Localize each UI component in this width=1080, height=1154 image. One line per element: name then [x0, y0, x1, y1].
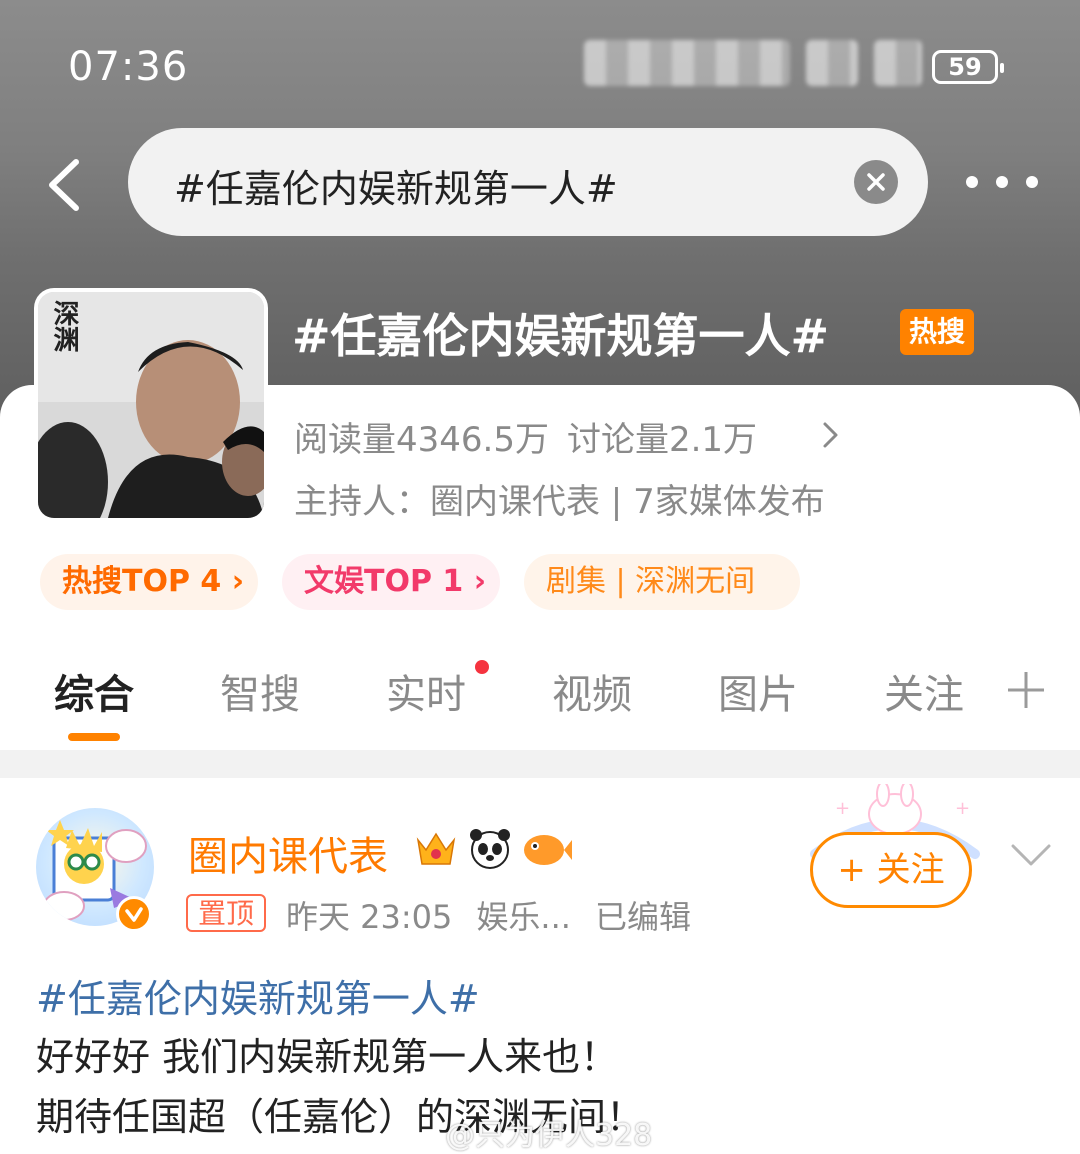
verified-badge-icon: [116, 896, 152, 932]
close-icon: [867, 173, 885, 191]
read-count: 阅读量4346.5万: [294, 420, 549, 460]
tab-realtime[interactable]: 实时: [386, 662, 466, 720]
chevron-down-icon[interactable]: [1010, 842, 1052, 868]
status-bar: 07:36 59: [0, 0, 1080, 110]
section-divider: [0, 750, 1080, 778]
tab-video[interactable]: 视频: [552, 662, 632, 720]
entertainment-rank-tag[interactable]: 文娱TOP 1 ›: [282, 554, 500, 610]
post-edited: 已编辑: [594, 898, 691, 936]
author-name[interactable]: 圈内课代表: [188, 824, 388, 882]
topic-host-info[interactable]: 主持人：圈内课代表 | 7家媒体发布: [294, 474, 825, 523]
post-text-line: 好好好 我们内娱新规第一人来也！: [36, 1035, 619, 1079]
more-dot-icon: [966, 176, 978, 188]
topic-cover-image[interactable]: 深渊: [34, 288, 268, 522]
tab-pictures[interactable]: 图片: [718, 662, 798, 720]
tab-bar: 综合 智搜 实时 视频 图片 关注: [0, 650, 1080, 750]
status-time: 07:36: [68, 44, 189, 90]
post-card: 圈内课代表 置顶 昨天 23:05 娱乐... 已编辑 + + + 关注 #任嘉…: [0, 778, 1080, 1154]
tab-following[interactable]: 关注: [884, 662, 964, 720]
tab-smart-search[interactable]: 智搜: [220, 662, 300, 720]
crown-badge-icon: [416, 832, 456, 865]
add-tab-icon[interactable]: [1006, 670, 1046, 710]
search-input[interactable]: #任嘉伦内娱新规第一人#: [174, 158, 618, 213]
more-dot-icon: [996, 176, 1008, 188]
post-time: 昨天 23:05: [286, 898, 453, 936]
more-dot-icon: [1026, 176, 1038, 188]
author-badges: [416, 829, 572, 869]
active-tab-indicator: [68, 733, 120, 741]
svg-text:+: +: [835, 798, 850, 819]
topic-stats[interactable]: 阅读量4346.5万 讨论量2.1万: [294, 412, 757, 461]
hot-search-rank-tag[interactable]: 热搜TOP 4 ›: [40, 554, 258, 610]
blurred-signal-icon: [874, 40, 922, 86]
post-meta: 昨天 23:05 娱乐... 已编辑: [286, 892, 715, 938]
weibo-watermark: @只为伊人328: [445, 1118, 653, 1153]
blurred-status-icons: [806, 40, 858, 86]
more-options-button[interactable]: [966, 168, 1038, 196]
pufferfish-badge-icon: [524, 835, 572, 865]
blurred-status-icons: [584, 40, 790, 86]
post-topic-link[interactable]: #任嘉伦内娱新规第一人#: [36, 968, 480, 1023]
search-bar[interactable]: #任嘉伦内娱新规第一人#: [128, 128, 928, 236]
chevron-left-icon: [49, 159, 79, 211]
follow-button[interactable]: + 关注: [810, 832, 972, 908]
hot-search-badge: 热搜: [900, 309, 974, 355]
battery-icon: 59: [932, 50, 1004, 84]
back-button[interactable]: [40, 150, 90, 220]
svg-text:+: +: [955, 798, 970, 819]
clear-search-button[interactable]: [854, 160, 898, 204]
series-tag[interactable]: 剧集 | 深渊无间: [524, 554, 800, 610]
panda-badge-icon: [470, 829, 510, 869]
discussion-count: 讨论量2.1万: [566, 420, 758, 460]
pinned-label: 置顶: [186, 894, 266, 932]
post-source[interactable]: 娱乐...: [476, 898, 571, 936]
cover-title-text: 深渊: [49, 300, 79, 352]
topic-title: #任嘉伦内娱新规第一人#: [292, 309, 830, 363]
new-content-dot: [475, 660, 489, 674]
tab-overview[interactable]: 综合: [54, 662, 134, 720]
chevron-right-icon[interactable]: [820, 418, 842, 452]
